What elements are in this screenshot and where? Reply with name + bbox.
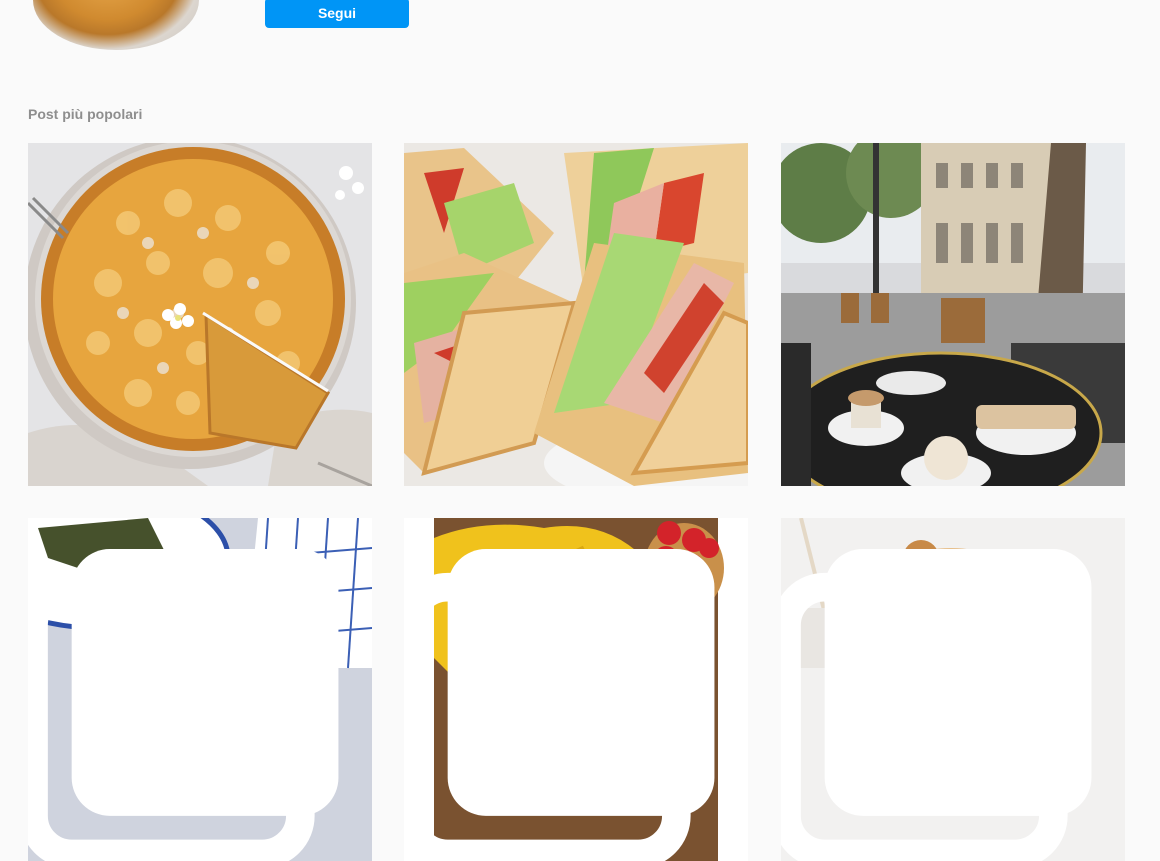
club-sandwich-image — [404, 143, 748, 486]
post-tile-club-sandwich[interactable] — [404, 143, 748, 486]
follow-button[interactable]: Segui — [265, 0, 409, 28]
multiple-posts-icon — [781, 549, 1092, 861]
post-tile-paris-cafe[interactable] — [781, 143, 1125, 486]
section-title: Post più popolari — [28, 106, 143, 122]
post-tile-pizza-tomatoes[interactable] — [404, 518, 748, 861]
post-tile-crostata[interactable] — [28, 143, 372, 486]
post-tile-caramel-muffin[interactable] — [781, 518, 1125, 861]
profile-avatar[interactable] — [33, 0, 199, 50]
multiple-posts-icon — [28, 549, 339, 861]
paris-cafe-image — [781, 143, 1125, 486]
post-tile-salad-dish[interactable] — [28, 518, 372, 861]
multiple-posts-icon — [404, 549, 715, 861]
crostata-image — [28, 143, 372, 486]
